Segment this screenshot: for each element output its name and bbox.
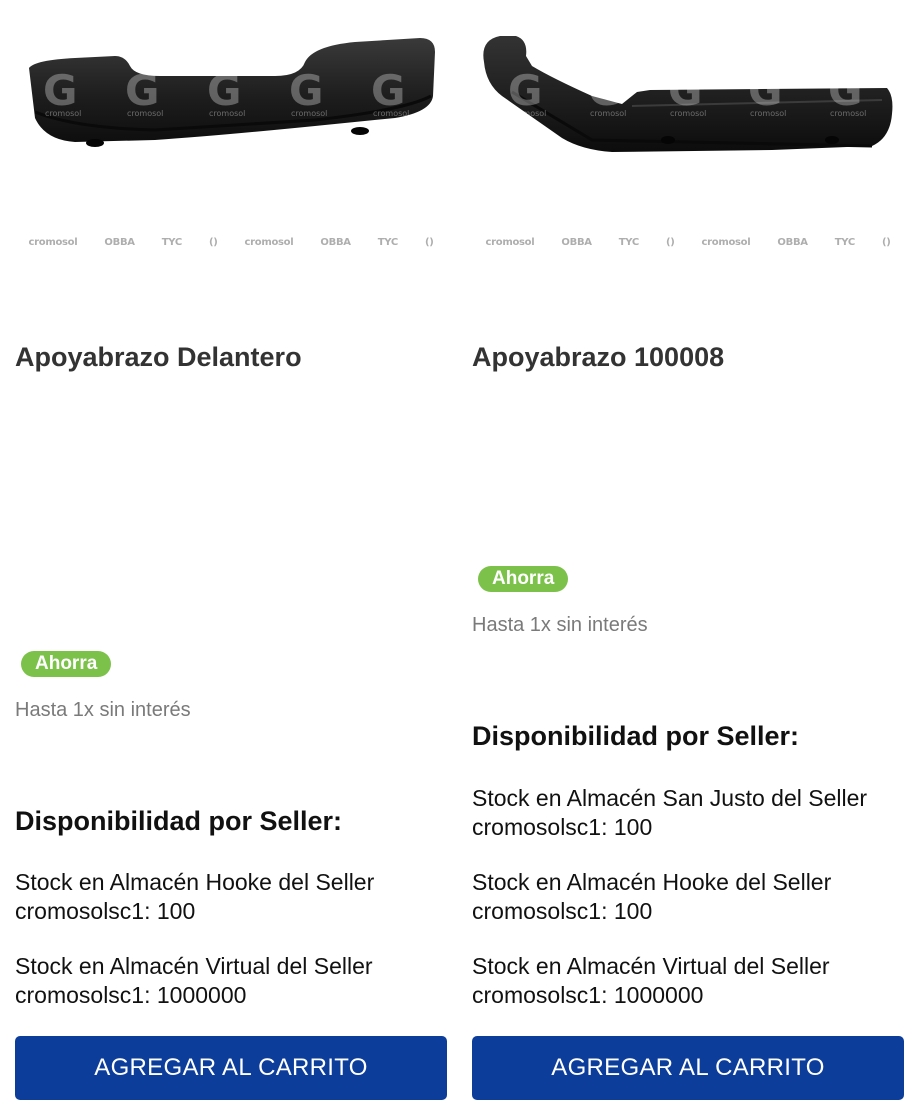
brand-logo: ()	[208, 236, 218, 248]
svg-text:G: G	[828, 66, 862, 115]
product-title[interactable]: Apoyabrazo 100008	[472, 339, 904, 375]
brand-logo: cromosol	[28, 236, 78, 248]
stock-line: Stock en Almacén Virtual del Seller crom…	[472, 953, 830, 1008]
brand-logo: cromosol	[701, 236, 751, 248]
svg-text:G: G	[371, 66, 405, 115]
brand-logos-strip: cromosol OBBA TYC () cromosol OBBA TYC (…	[15, 228, 447, 256]
svg-text:cromosol: cromosol	[45, 109, 81, 118]
installments-text: Hasta 1x sin interés	[15, 699, 191, 721]
svg-text:G: G	[508, 66, 542, 115]
stock-line: Stock en Almacén Hooke del Seller cromos…	[15, 869, 375, 924]
svg-text:cromosol: cromosol	[750, 109, 786, 118]
svg-text:cromosol: cromosol	[291, 109, 327, 118]
svg-text:G: G	[748, 66, 782, 115]
svg-text:G: G	[207, 66, 241, 115]
brand-logo: ()	[665, 236, 675, 248]
availability-heading: Disponibilidad por Seller:	[15, 806, 343, 836]
svg-text:cromosol: cromosol	[127, 109, 163, 118]
brand-logo: cromosol	[244, 236, 294, 248]
svg-text:G: G	[43, 66, 77, 115]
svg-text:cromosol: cromosol	[830, 109, 866, 118]
discount-badge: Ahorra	[478, 566, 569, 592]
brand-logo: OBBA	[561, 236, 592, 248]
svg-text:cromosol: cromosol	[373, 109, 409, 118]
product-title[interactable]: Apoyabrazo Delantero	[15, 339, 447, 375]
brand-logo: OBBA	[777, 236, 808, 248]
stock-line: Stock en Almacén Virtual del Seller crom…	[15, 953, 373, 1008]
stock-line: Stock en Almacén San Justo del Seller cr…	[472, 785, 868, 840]
brand-logos-strip: cromosol OBBA TYC () cromosol OBBA TYC (…	[472, 228, 904, 256]
brand-logo: ()	[424, 236, 434, 248]
brand-logo: TYC	[161, 236, 182, 248]
product-card: G G G G G cromosol cromosol cromosol cro…	[472, 0, 904, 1114]
svg-text:cromosol: cromosol	[590, 109, 626, 118]
svg-text:cromosol: cromosol	[670, 109, 706, 118]
svg-text:G: G	[289, 66, 323, 115]
installments-text: Hasta 1x sin interés	[472, 614, 648, 636]
availability-heading: Disponibilidad por Seller:	[472, 721, 800, 751]
discount-badge: Ahorra	[21, 651, 112, 677]
stock-line: Stock en Almacén Hooke del Seller cromos…	[472, 869, 832, 924]
svg-text:G: G	[668, 66, 702, 115]
brand-logo: OBBA	[320, 236, 351, 248]
product-card: G G G G G cromosol cromosol cromosol cro…	[15, 0, 447, 1114]
svg-text:cromosol: cromosol	[510, 109, 546, 118]
svg-text:cromosol: cromosol	[209, 109, 245, 118]
brand-logo: cromosol	[485, 236, 535, 248]
add-to-cart-button[interactable]: AGREGAR AL CARRITO	[15, 1036, 447, 1100]
brand-logo: TYC	[618, 236, 639, 248]
svg-text:G: G	[125, 66, 159, 115]
svg-text:G: G	[588, 66, 622, 115]
brand-logo: ()	[881, 236, 891, 248]
add-to-cart-button[interactable]: AGREGAR AL CARRITO	[472, 1036, 904, 1100]
brand-logo: TYC	[834, 236, 855, 248]
brand-logo: OBBA	[104, 236, 135, 248]
brand-logo: TYC	[377, 236, 398, 248]
